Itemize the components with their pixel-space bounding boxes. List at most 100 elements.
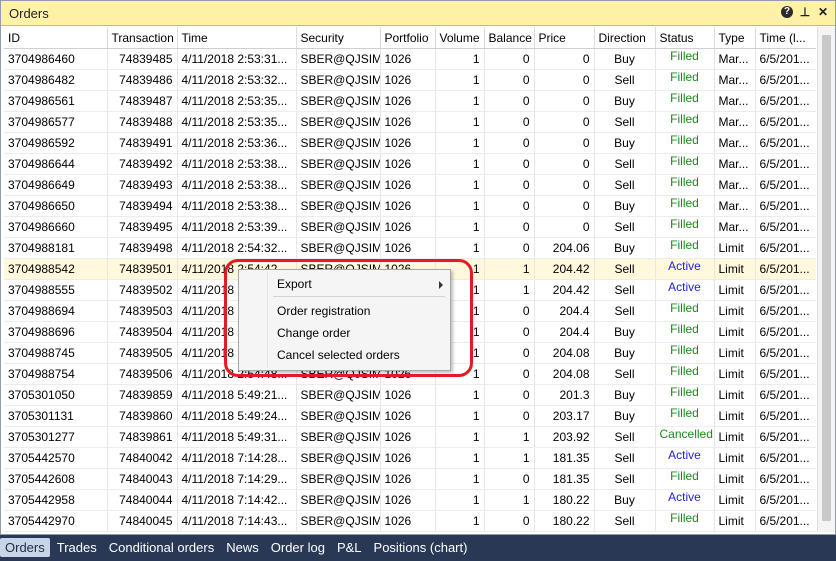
cell-price: 204.42: [534, 279, 595, 301]
title-bar: Orders ? ⊥ ✕: [1, 1, 835, 26]
tab-positions-chart[interactable]: Positions (chart): [369, 538, 473, 557]
status-badge: Filled: [670, 511, 699, 525]
cell-price: 204.06: [534, 237, 595, 259]
cell-time-local: 6/5/201...: [755, 426, 816, 448]
cell-portfolio: 1026: [380, 489, 436, 511]
table-row[interactable]: 3704986660 74839495 4/11/2018 2:53:39... SB…: [4, 216, 816, 238]
cell-transaction: 74839503: [107, 300, 178, 322]
cell-price: 204.08: [534, 342, 595, 364]
tab-trades[interactable]: Trades: [52, 538, 102, 557]
column-header-price[interactable]: Price: [534, 27, 595, 49]
table-row[interactable]: 3704986592 74839491 4/11/2018 2:53:36... SB…: [4, 132, 816, 154]
column-header-security[interactable]: Security: [296, 27, 381, 49]
table-row[interactable]: 3704986649 74839493 4/11/2018 2:53:38... SB…: [4, 174, 816, 196]
highlight-annotation: [224, 259, 473, 377]
cell-volume: 1: [435, 405, 485, 427]
cell-balance: 0: [484, 342, 535, 364]
cell-transaction: 74839492: [107, 153, 178, 175]
cell-transaction: 74839860: [107, 405, 178, 427]
cell-portfolio: 1026: [380, 90, 436, 112]
cell-volume: 1: [435, 90, 485, 112]
cell-time: 4/11/2018 2:53:38...: [177, 195, 297, 217]
table-row[interactable]: 3705442570 74840042 4/11/2018 7:14:28... SB…: [4, 447, 816, 469]
table-row[interactable]: 3704986644 74839492 4/11/2018 2:53:38... SB…: [4, 153, 816, 175]
table-row[interactable]: 3704986650 74839494 4/11/2018 2:53:38... SB…: [4, 195, 816, 217]
column-header-time[interactable]: Time: [177, 27, 297, 49]
tab-orders[interactable]: Orders: [0, 537, 50, 557]
tab-conditional-orders[interactable]: Conditional orders: [104, 538, 220, 557]
cell-balance: 0: [484, 174, 535, 196]
table-row[interactable]: 3704986482 74839486 4/11/2018 2:53:32... SB…: [4, 69, 816, 91]
status-badge: Active: [668, 259, 701, 273]
table-row[interactable]: 3705442958 74840044 4/11/2018 7:14:42... SB…: [4, 489, 816, 511]
table-row[interactable]: 3704988181 74839498 4/11/2018 2:54:32... SB…: [4, 237, 816, 259]
column-header-id[interactable]: ID: [4, 27, 108, 49]
cell-balance: 0: [484, 468, 535, 490]
column-header-balance[interactable]: Balance: [484, 27, 535, 49]
cell-direction: Buy: [594, 132, 656, 154]
scrollbar-thumb[interactable]: [822, 35, 831, 521]
cell-transaction: 74839859: [107, 384, 178, 406]
cell-id: 3704988555: [4, 279, 108, 301]
table-row[interactable]: 3705301050 74839859 4/11/2018 5:49:21... SB…: [4, 384, 816, 406]
cell-time-local: 6/5/201...: [755, 132, 816, 154]
cell-type: Mar...: [714, 174, 756, 196]
cell-balance: 0: [484, 111, 535, 133]
table-row[interactable]: 3704986460 74839485 4/11/2018 2:53:31... SB…: [4, 48, 816, 70]
cell-portfolio: 1026: [380, 384, 436, 406]
cell-price: 0: [534, 153, 595, 175]
cell-balance: 1: [484, 447, 535, 469]
cell-security: SBER@QJSIM: [296, 90, 381, 112]
cell-time-local: 6/5/201...: [755, 300, 816, 322]
cell-id: 3705442608: [4, 468, 108, 490]
cell-time: 4/11/2018 2:53:38...: [177, 174, 297, 196]
cell-transaction: 74840045: [107, 510, 178, 532]
cell-direction: Sell: [594, 447, 656, 469]
tab-pnl[interactable]: P&L: [332, 538, 367, 557]
help-icon[interactable]: ?: [781, 6, 793, 18]
cell-id: 3705442570: [4, 447, 108, 469]
column-header-transaction[interactable]: Transaction: [107, 27, 178, 49]
cell-id: 3704986561: [4, 90, 108, 112]
cell-type: Limit: [714, 447, 756, 469]
tab-news[interactable]: News: [221, 538, 264, 557]
table-row[interactable]: 3704986561 74839487 4/11/2018 2:53:35... SB…: [4, 90, 816, 112]
cell-time: 4/11/2018 5:49:31...: [177, 426, 297, 448]
cell-price: 204.42: [534, 258, 595, 280]
cell-id: 3704986592: [4, 132, 108, 154]
cell-balance: 0: [484, 363, 535, 385]
status-badge: Filled: [670, 70, 699, 84]
pin-icon[interactable]: ⊥: [799, 5, 811, 19]
cell-balance: 0: [484, 48, 535, 70]
cell-id: 3704986660: [4, 216, 108, 238]
column-header-status[interactable]: Status: [655, 27, 715, 49]
cell-type: Mar...: [714, 90, 756, 112]
cell-time-local: 6/5/201...: [755, 468, 816, 490]
cell-type: Limit: [714, 258, 756, 280]
table-row[interactable]: 3705442608 74840043 4/11/2018 7:14:29... SB…: [4, 468, 816, 490]
cell-id: 3705301050: [4, 384, 108, 406]
cell-transaction: 74839485: [107, 48, 178, 70]
cell-portfolio: 1026: [380, 447, 436, 469]
cell-portfolio: 1026: [380, 174, 436, 196]
status-badge: Filled: [670, 217, 699, 231]
cell-volume: 1: [435, 510, 485, 532]
table-row[interactable]: 3705301277 74839861 4/11/2018 5:49:31... SB…: [4, 426, 816, 448]
table-row[interactable]: 3705442970 74840045 4/11/2018 7:14:43... SB…: [4, 510, 816, 532]
close-icon[interactable]: ✕: [817, 5, 829, 19]
cell-type: Limit: [714, 279, 756, 301]
column-header-direction[interactable]: Direction: [594, 27, 656, 49]
cell-balance: 0: [484, 90, 535, 112]
table-row[interactable]: 3705301131 74839860 4/11/2018 5:49:24... SB…: [4, 405, 816, 427]
column-header-volume[interactable]: Volume: [435, 27, 485, 49]
table-row[interactable]: 3704986577 74839488 4/11/2018 2:53:35... SB…: [4, 111, 816, 133]
column-header-portfolio[interactable]: Portfolio: [380, 27, 436, 49]
cell-security: SBER@QJSIM: [296, 69, 381, 91]
column-header-type[interactable]: Type: [714, 27, 756, 49]
vertical-scrollbar[interactable]: [817, 27, 835, 532]
cell-volume: 1: [435, 195, 485, 217]
cell-id: 3704988181: [4, 237, 108, 259]
column-header-time-l[interactable]: Time (l...: [755, 27, 816, 49]
tab-order-log[interactable]: Order log: [266, 538, 330, 557]
cell-security: SBER@QJSIM: [296, 48, 381, 70]
